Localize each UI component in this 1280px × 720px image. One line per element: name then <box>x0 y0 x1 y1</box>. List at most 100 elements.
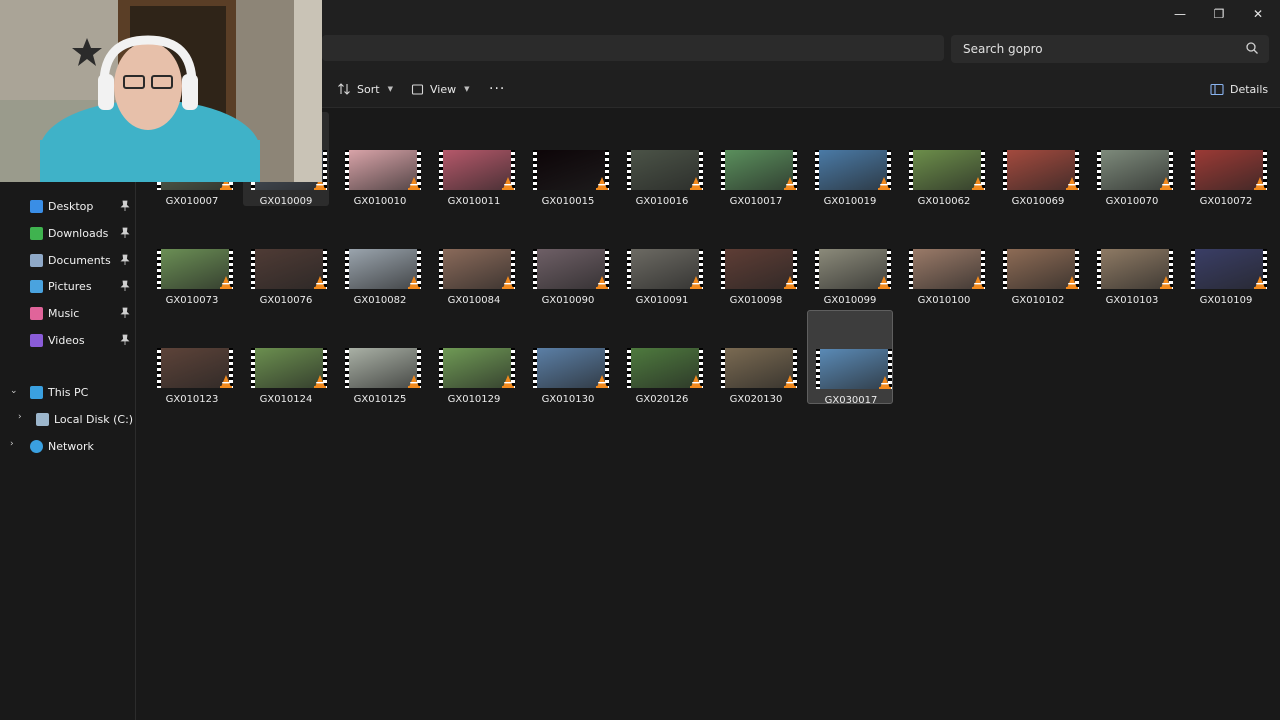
pin-icon[interactable] <box>120 334 130 346</box>
file-item[interactable]: GX010084 <box>431 211 517 306</box>
vlc-cone-icon <box>220 375 232 388</box>
vlc-cone-icon <box>220 276 232 289</box>
file-item[interactable]: GX010016 <box>619 112 705 207</box>
sidebar-item-pictures[interactable]: Pictures <box>0 274 135 298</box>
vlc-cone-icon <box>878 276 890 289</box>
video-thumbnail <box>909 249 985 289</box>
file-item[interactable]: GX010069 <box>995 112 1081 207</box>
file-item[interactable]: GX010073 <box>149 211 235 306</box>
desktop-icon <box>30 199 43 213</box>
sidebar-item-desktop[interactable]: Desktop <box>0 194 135 218</box>
file-item[interactable]: GX010123 <box>149 310 235 405</box>
minimize-button[interactable]: — <box>1160 0 1200 28</box>
sidebar-item-this-pc[interactable]: ⌄ This PC <box>0 380 135 404</box>
pin-icon[interactable] <box>120 227 130 239</box>
vlc-cone-icon <box>1254 177 1266 190</box>
vlc-cone-icon <box>314 375 326 388</box>
pin-icon[interactable] <box>120 254 130 266</box>
file-item[interactable]: GX010015 <box>525 112 611 207</box>
file-name: GX010011 <box>447 196 501 207</box>
file-name: GX020130 <box>729 394 783 405</box>
file-item[interactable]: GX010019 <box>807 112 893 207</box>
vlc-cone-icon <box>690 276 702 289</box>
file-item[interactable]: GX010129 <box>431 310 517 405</box>
vlc-cone-icon <box>1160 276 1172 289</box>
file-item[interactable]: GX010070 <box>1089 112 1175 207</box>
sidebar-item-downloads[interactable]: Downloads <box>0 221 135 245</box>
file-item[interactable]: GX020126 <box>619 310 705 405</box>
file-item[interactable]: GX010098 <box>713 211 799 306</box>
file-item[interactable]: GX010102 <box>995 211 1081 306</box>
video-thumbnail <box>627 249 703 289</box>
sidebar-item-network[interactable]: › Network <box>0 434 135 458</box>
details-pane-button[interactable]: Details <box>1210 79 1268 99</box>
sort-icon <box>338 83 350 95</box>
file-name: GX010123 <box>165 394 219 405</box>
file-name: GX010010 <box>353 196 407 207</box>
video-thumbnail <box>816 349 892 389</box>
chevron-down-icon[interactable]: ⌄ <box>10 386 18 396</box>
file-item[interactable]: GX010090 <box>525 211 611 306</box>
file-name: GX010098 <box>729 295 783 306</box>
vlc-cone-icon <box>784 375 796 388</box>
view-button[interactable]: View ▼ <box>411 79 470 99</box>
pin-icon[interactable] <box>120 280 130 292</box>
sidebar-item-videos[interactable]: Videos <box>0 328 135 352</box>
video-thumbnail <box>533 348 609 388</box>
file-item[interactable]: GX030017 <box>807 310 893 406</box>
vlc-cone-icon <box>502 276 514 289</box>
chevron-right-icon[interactable]: › <box>10 439 14 449</box>
vlc-cone-icon <box>1160 177 1172 190</box>
navigation-pane: Videos Music Pictures Documents Downloads Des… <box>0 108 136 720</box>
vlc-cone-icon <box>878 177 890 190</box>
sidebar-item-local-disk[interactable]: › Local Disk (C:) <box>0 407 135 431</box>
search-placeholder: Search gopro <box>963 42 1043 56</box>
more-options-button[interactable]: ··· <box>489 79 505 99</box>
sort-button[interactable]: Sort ▼ <box>337 79 393 99</box>
file-item[interactable]: GX010011 <box>431 112 517 207</box>
file-item[interactable]: GX020130 <box>713 310 799 405</box>
network-icon <box>30 439 43 453</box>
video-thumbnail <box>1191 249 1267 289</box>
file-item[interactable]: GX010099 <box>807 211 893 306</box>
close-button[interactable]: ✕ <box>1238 0 1278 28</box>
address-bar[interactable] <box>322 35 944 61</box>
vlc-cone-icon <box>502 375 514 388</box>
pc-icon <box>30 385 43 399</box>
file-name: GX010007 <box>165 196 219 207</box>
file-name: GX020126 <box>635 394 689 405</box>
file-item[interactable]: GX010109 <box>1183 211 1269 306</box>
vlc-cone-icon <box>596 177 608 190</box>
details-label: Details <box>1230 82 1269 96</box>
pin-icon[interactable] <box>120 307 130 319</box>
file-item[interactable]: GX010124 <box>243 310 329 405</box>
video-thumbnail <box>439 249 515 289</box>
video-thumbnail <box>345 249 421 289</box>
maximize-button[interactable]: ❐ <box>1199 0 1239 28</box>
file-item[interactable]: GX010091 <box>619 211 705 306</box>
file-item[interactable]: GX010010 <box>337 112 423 207</box>
pin-icon[interactable] <box>120 200 130 212</box>
file-item[interactable]: GX010082 <box>337 211 423 306</box>
vlc-cone-icon <box>1254 276 1266 289</box>
file-item[interactable]: GX010103 <box>1089 211 1175 306</box>
sidebar-item-music[interactable]: Music <box>0 301 135 325</box>
file-name: GX010090 <box>541 295 595 306</box>
file-item[interactable]: GX010017 <box>713 112 799 207</box>
file-item[interactable]: GX010062 <box>901 112 987 207</box>
file-item[interactable]: GX010072 <box>1183 112 1269 207</box>
file-item[interactable]: GX010125 <box>337 310 423 405</box>
file-item[interactable]: GX010130 <box>525 310 611 405</box>
more-icon: ··· <box>489 81 506 97</box>
file-name: GX030017 <box>824 395 878 406</box>
downloads-icon <box>30 226 43 240</box>
file-name: GX010070 <box>1105 196 1159 207</box>
sidebar-item-documents[interactable]: Documents <box>0 248 135 272</box>
chevron-right-icon[interactable]: › <box>18 412 22 422</box>
file-item[interactable]: GX010100 <box>901 211 987 306</box>
file-name: GX010009 <box>259 196 313 207</box>
video-thumbnail <box>721 249 797 289</box>
search-input[interactable]: Search gopro <box>951 35 1269 63</box>
file-item[interactable]: GX010076 <box>243 211 329 306</box>
file-name: GX010100 <box>917 295 971 306</box>
